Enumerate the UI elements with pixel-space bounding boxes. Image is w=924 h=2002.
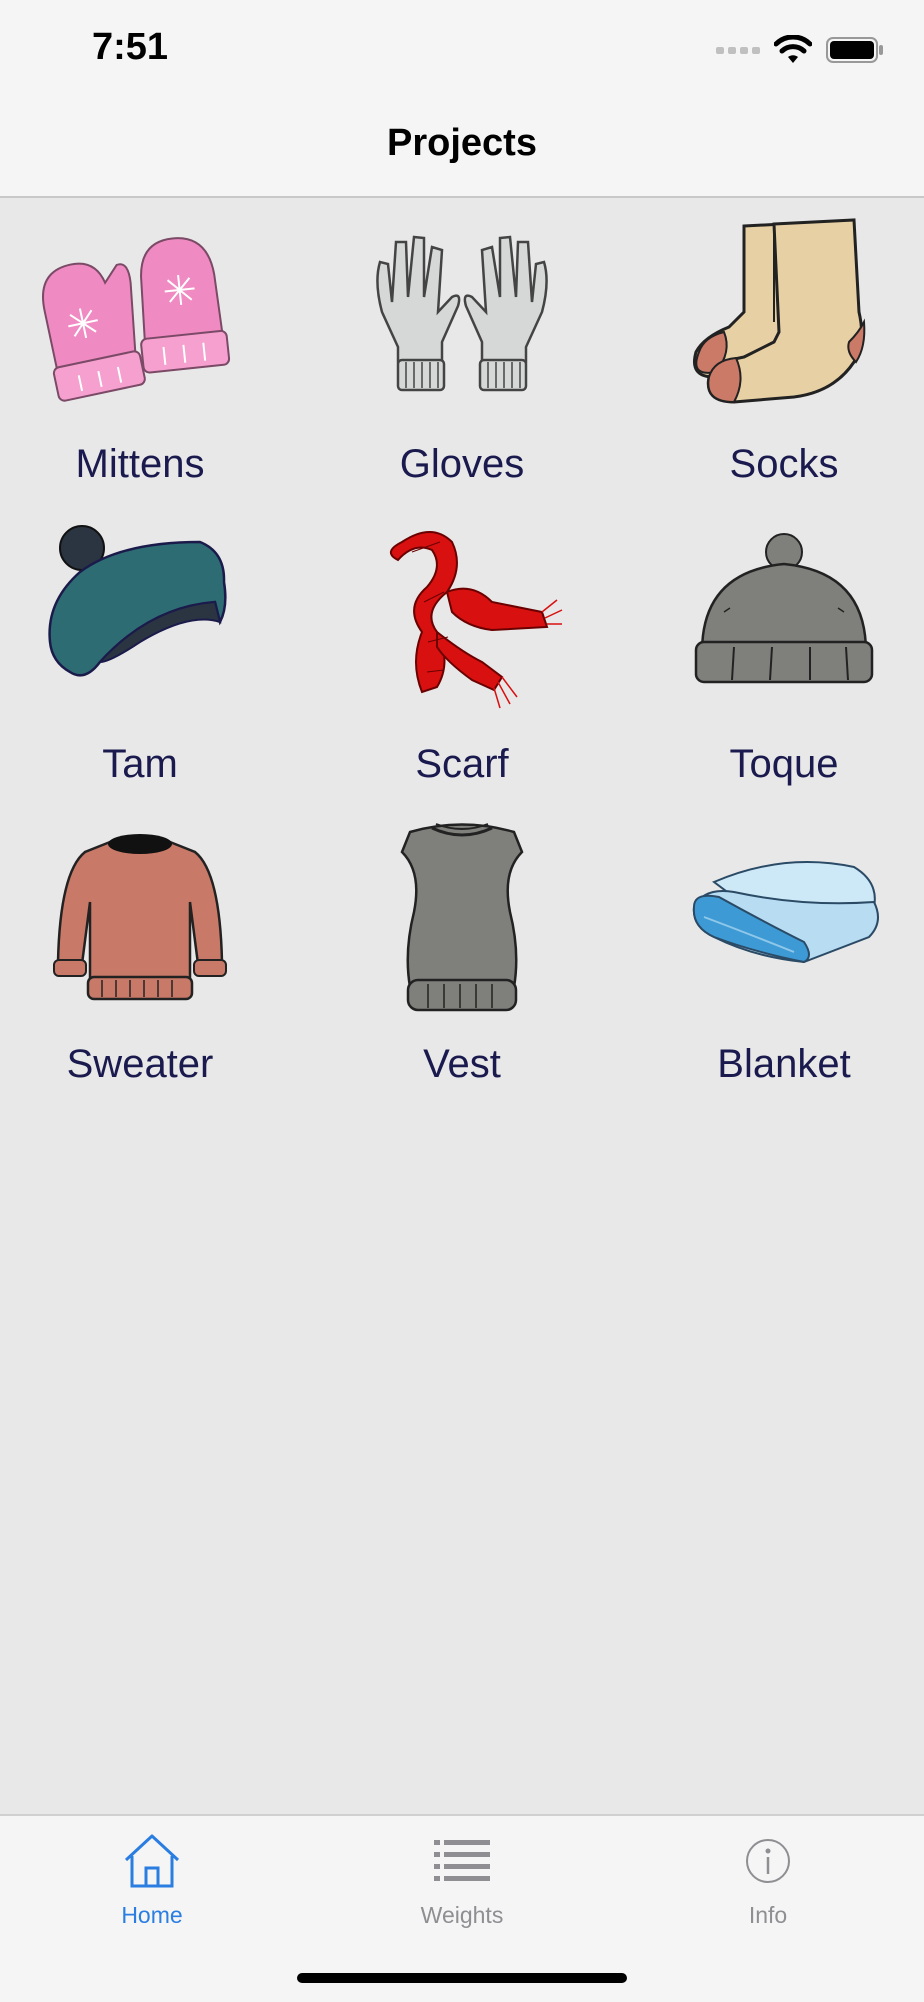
status-time: 7:51 [92,26,169,68]
project-label: Mittens [75,442,205,486]
project-label: Sweater [66,1042,214,1086]
scarf-icon [390,531,563,709]
tab-info[interactable]: Info [668,1832,868,1952]
tab-label: Weights [420,1902,504,1928]
socks-icon [693,218,866,404]
toque-icon [694,533,874,684]
project-label: Vest [423,1042,501,1086]
wifi-icon [774,35,812,63]
project-blanket[interactable]: Blanket [634,798,924,1098]
sweater-icon [53,834,227,1001]
battery-icon [826,37,883,63]
project-label: Toque [729,742,839,786]
project-mittens[interactable]: Mittens [0,198,290,498]
project-gloves[interactable]: Gloves [312,198,612,498]
project-vest[interactable]: Vest [312,798,612,1098]
project-toque[interactable]: Toque [634,498,924,798]
status-bar: 7:51 [0,0,924,100]
mittens-icon [42,237,231,402]
project-label: Gloves [399,442,525,486]
project-label: Tam [102,742,178,786]
list-icon [434,1840,490,1881]
status-icons [716,30,884,70]
project-socks[interactable]: Socks [634,198,924,498]
project-label: Scarf [415,742,509,786]
tab-home[interactable]: Home [52,1832,252,1952]
project-label: Blanket [717,1042,851,1086]
home-indicator [297,1973,627,1983]
home-icon [124,1834,180,1888]
gloves-icon [376,235,548,392]
project-tam[interactable]: Tam [0,498,290,798]
navigation-bar: Projects [0,100,924,198]
blanket-icon [692,861,879,964]
project-sweater[interactable]: Sweater [0,798,290,1098]
signal-icon [716,47,760,54]
project-label: Socks [729,442,839,486]
tab-label: Info [748,1902,788,1928]
info-icon [746,1839,790,1883]
tab-label: Home [121,1902,183,1928]
vest-icon [400,823,524,1012]
tab-weights[interactable]: Weights [362,1832,562,1952]
tam-icon [48,525,227,677]
page-title: Projects [387,122,537,164]
project-scarf[interactable]: Scarf [312,498,612,798]
